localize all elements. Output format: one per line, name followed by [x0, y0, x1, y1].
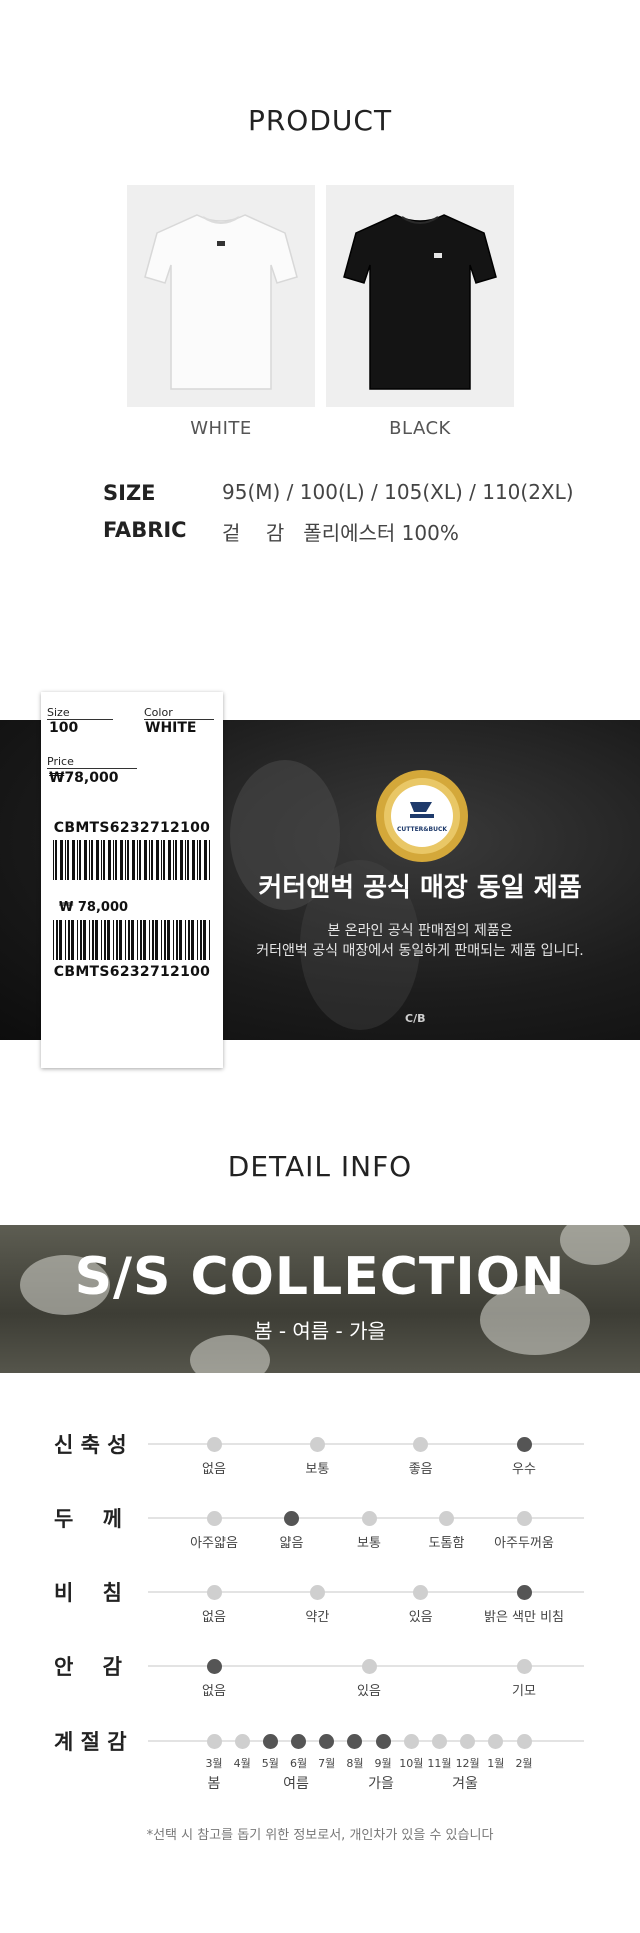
badge-brand-text: CUTTER&BUCK: [396, 826, 448, 833]
tag-product-code-2: CBMTS6232712100: [53, 964, 211, 980]
barcode-icon: [53, 840, 210, 880]
season-month-label: 2월: [515, 1757, 533, 1770]
rating-dot: [206, 1436, 222, 1452]
season-month-dot: [291, 1733, 307, 1749]
variant-label-black: BLACK: [389, 418, 451, 439]
spec-size-value: 95(M) / 100(L) / 105(XL) / 110(2XL): [222, 480, 574, 504]
rating-option-label: 보통: [305, 1462, 330, 1477]
rating-dot: [309, 1436, 325, 1452]
rating-dot: [361, 1658, 377, 1674]
rating-option-label: 우수: [512, 1462, 536, 1477]
rating-option-label: 없음: [202, 1462, 226, 1477]
rating-dot: [516, 1436, 532, 1452]
detail-info-title: DETAIL INFO: [227, 1150, 413, 1183]
season-label: 계 절 감: [54, 1730, 127, 1754]
rating-dot: [439, 1510, 454, 1526]
rating-option-label: 밝은 색만 비침: [483, 1610, 565, 1625]
rating-dot: [309, 1584, 325, 1600]
tag-size-label: Size: [47, 706, 70, 719]
collection-banner: S/S COLLECTION 봄 - 여름 - 가을: [0, 1225, 640, 1373]
banner-sub-line-1: 본 온라인 공식 판매점의 제품은: [327, 923, 513, 939]
tag-size-value: 100: [49, 720, 79, 736]
rating-dot: [206, 1510, 222, 1526]
banner-headline: 커터앤벅 공식 매장 동일 제품: [258, 873, 582, 903]
tag-price-value: ₩78,000: [49, 770, 119, 786]
rating-option-label: 아주두꺼움: [494, 1536, 554, 1551]
brand-logo-icon: C/B: [405, 1012, 426, 1025]
spec-fabric-value: 겉 감 폴리에스터 100%: [222, 521, 459, 545]
season-month-dot: [206, 1733, 222, 1749]
rating-label: 두 께: [54, 1507, 122, 1531]
collection-title: S/S COLLECTION: [74, 1247, 566, 1307]
rating-option-label: 좋음: [408, 1462, 433, 1477]
product-title: PRODUCT: [247, 104, 393, 137]
rating-dot: [413, 1584, 429, 1600]
spec-size-key: SIZE: [103, 481, 156, 505]
season-name: 겨울: [452, 1776, 478, 1792]
divider: [47, 768, 137, 769]
season-month-dot: [516, 1733, 532, 1749]
rating-dot: [284, 1510, 299, 1526]
tag-color-label: Color: [144, 706, 173, 719]
rating-label: 비 침: [54, 1581, 122, 1605]
disclaimer-note: *선택 시 참고를 돕기 위한 정보로서, 개인차가 있을 수 있습니다: [146, 1828, 494, 1843]
season-month-dot: [403, 1733, 419, 1749]
banner-sub-line-2: 커터앤벅 공식 매장에서 동일하게 판매되는 제품 입니다.: [256, 943, 584, 959]
rating-label: 신 축 성: [54, 1433, 127, 1457]
tag-color-value: WHITE: [145, 720, 197, 736]
season-name: 여름: [283, 1776, 309, 1792]
variant-label-white: WHITE: [190, 418, 252, 439]
tag-price-value-2: ₩ 78,000: [59, 900, 129, 915]
rating-option-label: 없음: [202, 1610, 226, 1625]
rating-dot: [413, 1436, 429, 1452]
rating-label: 안 감: [54, 1655, 122, 1679]
laurel-badge-icon: [376, 770, 468, 862]
rating-dot: [516, 1510, 532, 1526]
rating-dot: [516, 1584, 532, 1600]
rating-dot: [361, 1510, 377, 1526]
rating-dot: [206, 1658, 222, 1674]
tag-price-label: Price: [47, 755, 74, 768]
rating-dot: [206, 1584, 222, 1600]
season-month-dot: [319, 1733, 335, 1749]
season-month-dot: [234, 1733, 250, 1749]
season-month-dot: [347, 1733, 363, 1749]
rating-option-label: 없음: [202, 1684, 226, 1699]
product-photo-white: [127, 185, 315, 407]
barcode-icon: [53, 920, 210, 960]
season-month-dot: [262, 1733, 278, 1749]
season-name: 봄: [207, 1776, 221, 1792]
season-month-dot: [431, 1733, 447, 1749]
rating-option-label: 약간: [305, 1610, 330, 1625]
collection-season-sub: 봄 - 여름 - 가을: [254, 1319, 386, 1343]
product-photo-black: [326, 185, 514, 407]
rating-option-label: 기모: [512, 1684, 536, 1699]
rating-dot: [516, 1658, 532, 1674]
tag-product-code: CBMTS6232712100: [53, 820, 211, 836]
season-month-dot: [375, 1733, 391, 1749]
spec-fabric-key: FABRIC: [103, 518, 187, 542]
season-month-dot: [488, 1733, 504, 1749]
rating-option-label: 있음: [357, 1684, 381, 1699]
price-tag: Size 100 Color WHITE Price ₩78,000 CBMTS…: [41, 692, 223, 1068]
rating-option-label: 있음: [408, 1610, 433, 1625]
season-name: 가을: [368, 1776, 394, 1792]
season-month-dot: [460, 1733, 476, 1749]
